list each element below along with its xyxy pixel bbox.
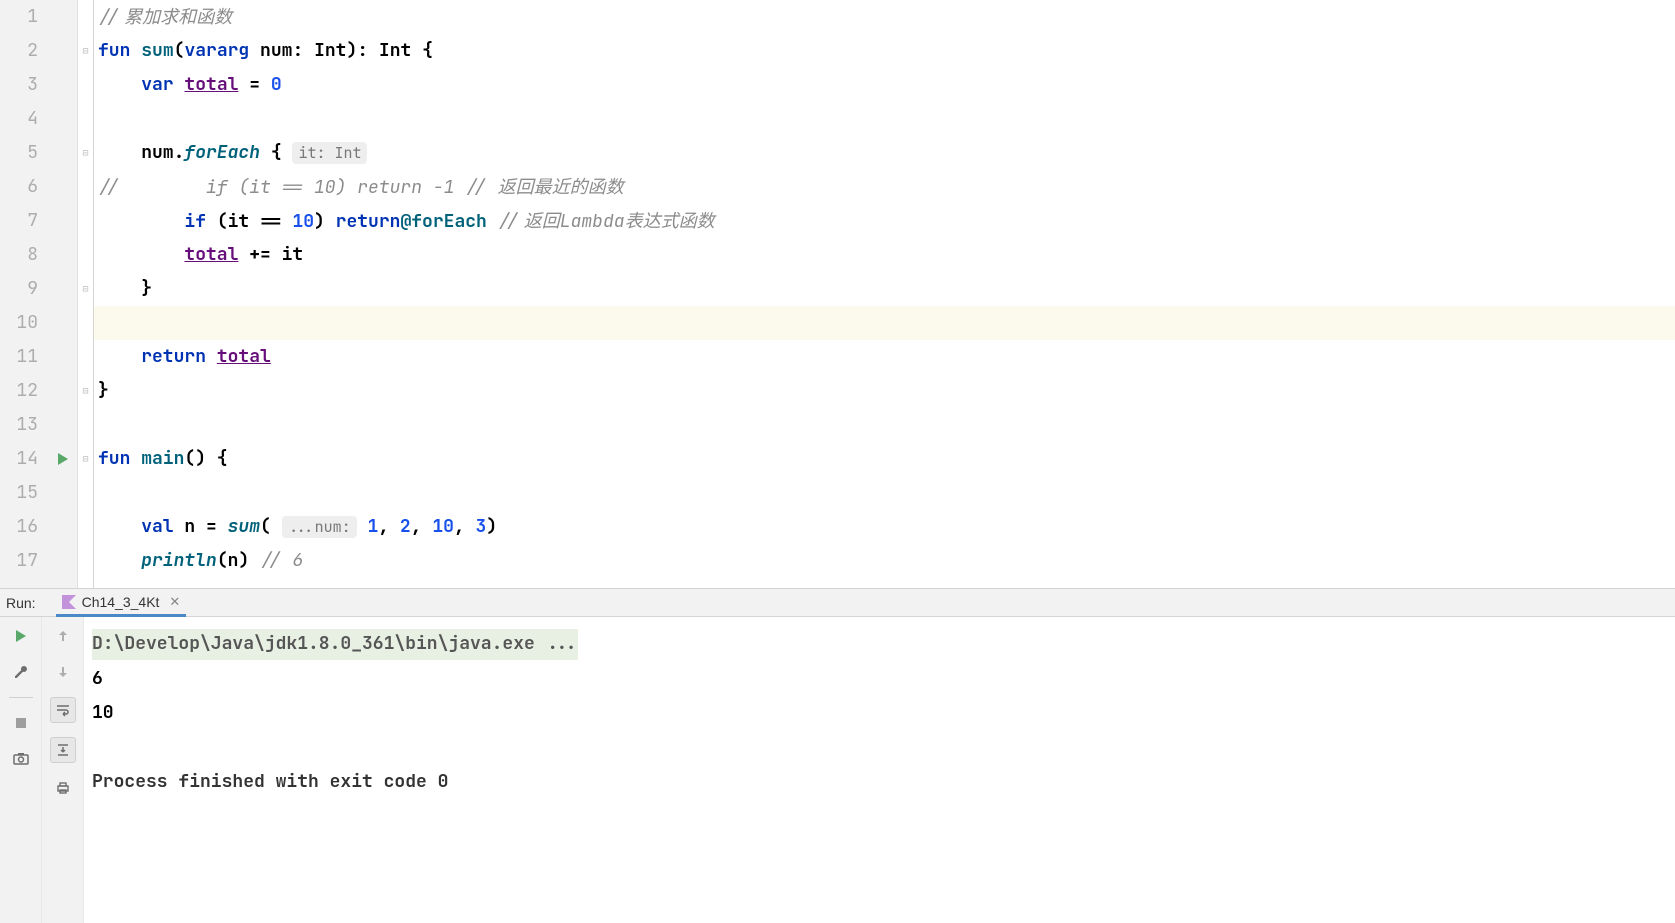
code-line: // 累加求和函数 (94, 0, 1675, 34)
code-line: total += it (94, 238, 1675, 272)
code-line: } (94, 272, 1675, 306)
code-line: var total = 0 (94, 68, 1675, 102)
line-number: 11 (0, 340, 38, 374)
console-command: D:\Develop\Java\jdk1.8.0_361\bin\java.ex… (92, 629, 578, 660)
run-console[interactable]: D:\Develop\Java\jdk1.8.0_361\bin\java.ex… (84, 617, 1675, 923)
code-line: val n = sum( ...num: 1, 2, 10, 3) (94, 510, 1675, 544)
line-number: 15 (0, 476, 38, 510)
code-area[interactable]: // 累加求和函数 fun sum(vararg num: Int): Int … (94, 0, 1675, 588)
scroll-to-end-icon[interactable] (50, 737, 76, 763)
run-label: Run: (6, 595, 36, 611)
camera-icon[interactable] (10, 748, 32, 770)
code-line: // if (it == 10) return -1 // 返回最近的函数 (94, 170, 1675, 204)
line-number: 9 (0, 272, 38, 306)
line-number: 12 (0, 374, 38, 408)
code-line: return total (94, 340, 1675, 374)
console-output: 6 (84, 662, 1675, 697)
console-output: 10 (84, 696, 1675, 731)
stop-icon[interactable] (10, 712, 32, 734)
code-line: num.forEach { it: Int (94, 136, 1675, 170)
console-exit-line: Process finished with exit code 0 (84, 765, 1675, 800)
run-gutter (48, 0, 78, 588)
parameter-hint: it: Int (292, 142, 367, 164)
fold-close-icon[interactable]: ⊟ (82, 284, 88, 294)
line-number: 17 (0, 544, 38, 578)
code-editor[interactable]: 1 2 3 4 5 6 7 8 9 10 11 12 13 14 15 16 1… (0, 0, 1675, 588)
fold-close-icon[interactable]: ⊟ (82, 386, 88, 396)
line-number: 10 (0, 306, 38, 340)
fold-open-icon[interactable]: ⊟ (82, 46, 88, 56)
run-tool-window: Run: Ch14_3_4Kt ✕ D:\Develop\Java\jdk1.8… (0, 588, 1675, 923)
fold-gutter: ⊟ ⊟ ⊟ ⊟ ⊟ (78, 0, 94, 588)
code-line: fun sum(vararg num: Int): Int { (94, 34, 1675, 68)
arrow-down-icon[interactable] (52, 661, 74, 683)
line-number: 7 (0, 204, 38, 238)
run-header: Run: Ch14_3_4Kt ✕ (0, 589, 1675, 617)
run-gutter-icon[interactable] (56, 452, 70, 466)
wrench-icon[interactable] (10, 661, 32, 683)
code-line: } (94, 374, 1675, 408)
line-number: 4 (0, 102, 38, 136)
divider (9, 697, 33, 698)
fold-open-icon[interactable]: ⊟ (82, 454, 88, 464)
line-number: 14 (0, 442, 38, 476)
run-toolbar-left (0, 617, 42, 923)
code-line (94, 476, 1675, 510)
code-line: if (it == 10) return@forEach // 返回Lambda… (94, 204, 1675, 238)
arrow-up-icon[interactable] (52, 625, 74, 647)
line-number: 1 (0, 0, 38, 34)
line-number: 13 (0, 408, 38, 442)
line-number: 8 (0, 238, 38, 272)
run-tab-label: Ch14_3_4Kt (82, 594, 160, 610)
run-toolbar-left2 (42, 617, 84, 923)
code-line: println(n) // 6 (94, 544, 1675, 578)
kotlin-file-icon (62, 595, 76, 609)
close-icon[interactable]: ✕ (169, 594, 180, 610)
code-line-current (94, 306, 1675, 340)
line-number: 6 (0, 170, 38, 204)
console-output (84, 731, 1675, 766)
rerun-icon[interactable] (10, 625, 32, 647)
code-line (94, 102, 1675, 136)
line-number: 16 (0, 510, 38, 544)
line-number: 3 (0, 68, 38, 102)
line-number: 2 (0, 34, 38, 68)
fold-open-icon[interactable]: ⊟ (82, 148, 88, 158)
soft-wrap-icon[interactable] (50, 697, 76, 723)
run-tab[interactable]: Ch14_3_4Kt ✕ (56, 589, 187, 617)
parameter-hint: ...num: (282, 516, 357, 538)
line-number-gutter: 1 2 3 4 5 6 7 8 9 10 11 12 13 14 15 16 1… (0, 0, 48, 588)
print-icon[interactable] (52, 777, 74, 799)
line-number: 5 (0, 136, 38, 170)
code-line: fun main() { (94, 442, 1675, 476)
code-line (94, 408, 1675, 442)
